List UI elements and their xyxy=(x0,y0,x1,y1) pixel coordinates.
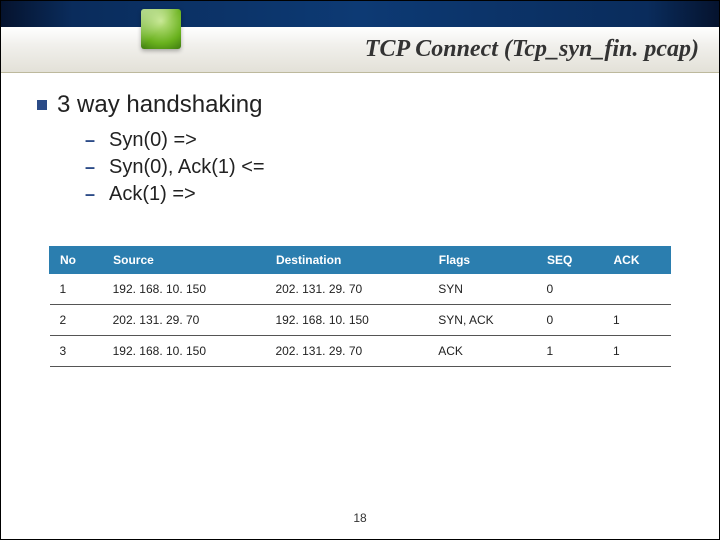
title-bar: TCP Connect (Tcp_syn_fin. pcap) xyxy=(1,27,719,73)
dash-icon: – xyxy=(85,130,99,151)
content-area: 3 way handshaking – Syn(0) => – Syn(0), … xyxy=(1,73,719,367)
cell-flags: SYN, ACK xyxy=(428,305,536,336)
page-number: 18 xyxy=(1,511,719,525)
cell-no: 2 xyxy=(50,305,103,336)
table-header-row: No Source Destination Flags SEQ ACK xyxy=(50,247,671,274)
table-row: 1 192. 168. 10. 150 202. 131. 29. 70 SYN… xyxy=(50,274,671,305)
heading-row: 3 way handshaking xyxy=(37,91,683,119)
cell-destination: 202. 131. 29. 70 xyxy=(265,274,428,305)
cell-source: 192. 168. 10. 150 xyxy=(103,274,266,305)
cell-flags: ACK xyxy=(428,336,536,367)
col-ack: ACK xyxy=(603,247,671,274)
col-flags: Flags xyxy=(428,247,536,274)
cell-no: 1 xyxy=(50,274,103,305)
col-seq: SEQ xyxy=(536,247,603,274)
cell-flags: SYN xyxy=(428,274,536,305)
cell-destination: 192. 168. 10. 150 xyxy=(265,305,428,336)
cell-destination: 202. 131. 29. 70 xyxy=(265,336,428,367)
list-item-text: Ack(1) => xyxy=(109,183,196,206)
cell-seq: 0 xyxy=(536,305,603,336)
square-bullet-icon xyxy=(37,100,47,110)
table-row: 2 202. 131. 29. 70 192. 168. 10. 150 SYN… xyxy=(50,305,671,336)
col-no: No xyxy=(50,247,103,274)
packet-table-wrap: No Source Destination Flags SEQ ACK 1 19… xyxy=(37,246,683,367)
list-item-text: Syn(0), Ack(1) <= xyxy=(109,156,265,179)
dash-icon: – xyxy=(85,184,99,205)
cell-ack: 1 xyxy=(603,336,671,367)
list-item: – Ack(1) => xyxy=(85,183,683,206)
cell-source: 202. 131. 29. 70 xyxy=(103,305,266,336)
cell-ack: 1 xyxy=(603,305,671,336)
packet-table: No Source Destination Flags SEQ ACK 1 19… xyxy=(49,246,671,367)
cell-ack xyxy=(603,274,671,305)
bullet-list: – Syn(0) => – Syn(0), Ack(1) <= – Ack(1)… xyxy=(85,129,683,206)
col-destination: Destination xyxy=(265,247,428,274)
col-source: Source xyxy=(103,247,266,274)
list-item: – Syn(0) => xyxy=(85,129,683,152)
heading-text: 3 way handshaking xyxy=(57,91,262,119)
cell-no: 3 xyxy=(50,336,103,367)
logo-icon xyxy=(141,9,181,49)
table-row: 3 192. 168. 10. 150 202. 131. 29. 70 ACK… xyxy=(50,336,671,367)
top-dark-band xyxy=(1,1,719,27)
cell-seq: 0 xyxy=(536,274,603,305)
list-item: – Syn(0), Ack(1) <= xyxy=(85,156,683,179)
slide-title: TCP Connect (Tcp_syn_fin. pcap) xyxy=(365,36,699,63)
cell-seq: 1 xyxy=(536,336,603,367)
cell-source: 192. 168. 10. 150 xyxy=(103,336,266,367)
list-item-text: Syn(0) => xyxy=(109,129,197,152)
dash-icon: – xyxy=(85,157,99,178)
